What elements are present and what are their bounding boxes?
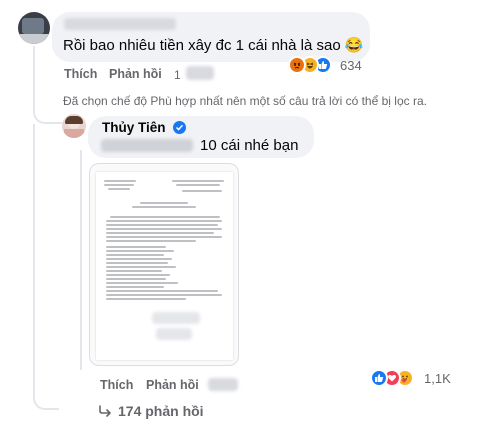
author-avatar[interactable] [62, 114, 86, 138]
timestamp-redacted [186, 66, 214, 80]
comment-like-button[interactable]: Thích [64, 67, 97, 81]
comment-reaction-count: 634 [340, 58, 362, 73]
mention-redacted [101, 139, 193, 152]
reply-arrow-icon [98, 405, 112, 417]
document-page [96, 172, 233, 360]
more-replies-connector [33, 390, 59, 410]
like-icon [370, 369, 388, 387]
thread-connector [33, 106, 63, 124]
reply-reactions[interactable]: 1,1K [370, 369, 470, 391]
view-more-replies[interactable]: 174 phản hồi [98, 403, 204, 419]
signature-redacted [152, 312, 200, 324]
reply-author-name[interactable]: Thủy Tiên [102, 120, 166, 135]
filter-notice: Đã chọn chế độ Phù hợp nhất nên một số c… [63, 94, 427, 108]
commenter-avatar[interactable] [18, 12, 50, 44]
reply-text: 10 cái nhé bạn [200, 137, 299, 154]
reply-timestamp-redacted [208, 378, 238, 391]
comment-reactions[interactable]: 634 [288, 56, 368, 78]
thread-line-lower [33, 124, 35, 392]
angry-icon [288, 56, 306, 74]
comment-reply-button[interactable]: Phản hồi [109, 67, 162, 81]
signature-redacted-2 [156, 328, 192, 340]
reply-reaction-count: 1,1K [424, 371, 451, 386]
reply-reply-button[interactable]: Phản hồi [146, 378, 199, 392]
reply-thread-line [80, 150, 82, 370]
comment-text: Rồi bao nhiêu tiền xây đc 1 cái nhà là s… [63, 37, 364, 54]
commenter-name-redacted [64, 18, 176, 30]
thread-line [33, 46, 35, 109]
document-image[interactable] [89, 163, 239, 366]
comment-timestamp[interactable]: 1 [174, 68, 181, 82]
verified-badge-icon [173, 121, 186, 134]
reply-like-button[interactable]: Thích [100, 378, 133, 392]
more-replies-label: 174 phản hồi [118, 403, 204, 419]
